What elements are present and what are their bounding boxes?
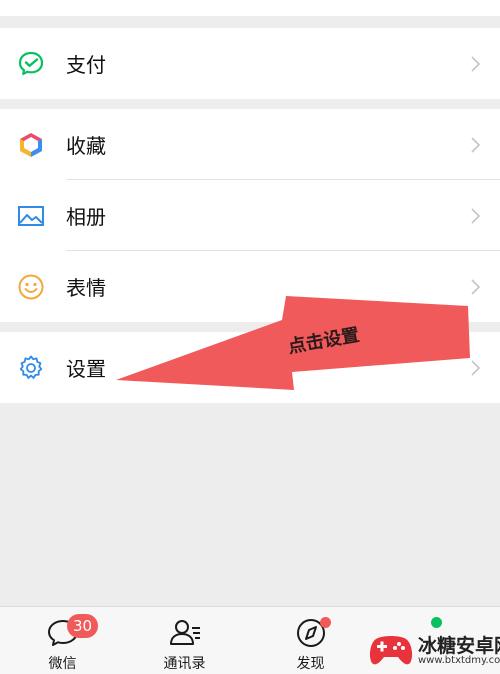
contacts-person-icon [169, 620, 200, 645]
watermark-url: www.btxtdmy.com [418, 655, 500, 666]
favorites-cube-icon [17, 131, 45, 159]
menu-item-pay[interactable]: 支付 [0, 28, 500, 99]
gamepad-logo-icon [369, 636, 413, 665]
tab-contacts[interactable]: 通讯录 [122, 607, 247, 674]
wechat-pay-icon [17, 50, 45, 78]
chevron-right-icon [471, 278, 481, 295]
chevron-right-icon [471, 207, 481, 224]
tab-chats-label: 微信 [48, 656, 77, 672]
menu-item-album-label: 相册 [66, 205, 106, 229]
new-content-dot [320, 617, 331, 628]
menu-item-pay-label: 支付 [66, 53, 106, 77]
smiley-icon [17, 273, 45, 301]
menu-item-album[interactable]: 相册 [0, 180, 500, 251]
tab-discover[interactable]: 发现 [248, 607, 373, 674]
tab-chats[interactable]: 30 微信 [0, 607, 125, 674]
menu-item-favorites-label: 收藏 [66, 134, 106, 158]
top-strip [0, 0, 500, 16]
group-pay: 支付 [0, 28, 500, 99]
chevron-right-icon [471, 136, 481, 153]
chevron-right-icon [471, 55, 481, 72]
menu-item-stickers-label: 表情 [66, 276, 106, 300]
album-picture-icon [17, 202, 45, 230]
menu-item-favorites[interactable]: 收藏 [0, 109, 500, 180]
status-dot [431, 617, 442, 628]
gear-icon [17, 354, 45, 382]
tab-discover-label: 发现 [296, 656, 325, 672]
watermark-title: 冰糖安卓网 [418, 635, 500, 657]
unread-badge: 30 [67, 614, 99, 638]
watermark-logo: 冰糖安卓网 www.btxtdmy.com [368, 630, 500, 670]
group-media: 收藏 相册 表情 [0, 109, 500, 322]
menu-item-settings-label: 设置 [66, 357, 106, 381]
tab-contacts-label: 通讯录 [163, 656, 206, 672]
